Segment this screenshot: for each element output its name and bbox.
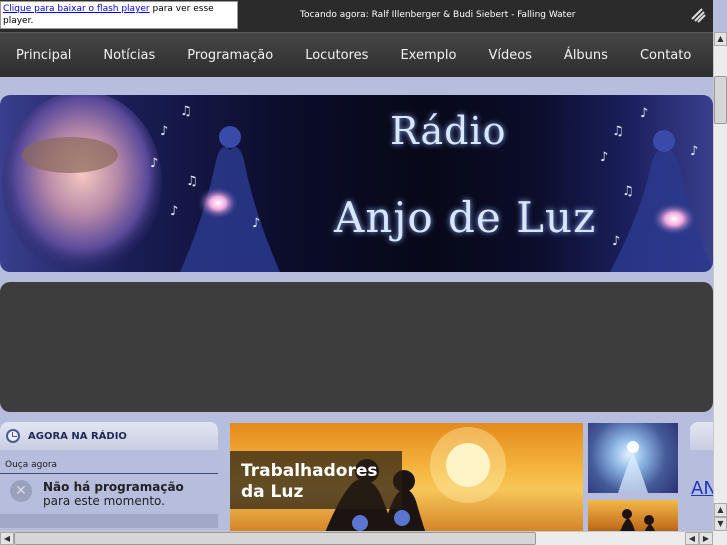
header-banner: ♪ ♫ ♪ ♫ ♪ ♪ ♫ ♪ ♪ ♫ ♪ ♪ Rádio Anjo de Luz	[0, 95, 713, 272]
svg-text:♪: ♪	[252, 216, 260, 231]
nav-item-albuns[interactable]: Álbuns	[564, 48, 608, 63]
svg-text:♪: ♪	[690, 144, 698, 159]
svg-text:♫: ♫	[612, 124, 624, 139]
scroll-left-icon[interactable]: ◀	[685, 532, 699, 545]
scroll-left-icon[interactable]: ◀	[0, 532, 14, 545]
widget-title: AGORA NA RÁDIO	[28, 430, 127, 442]
nav-item-noticias[interactable]: Notícias	[103, 48, 155, 63]
svg-text:♪: ♪	[640, 106, 648, 121]
banner-artwork: ♪ ♫ ♪ ♫ ♪ ♪ ♫ ♪ ♪ ♫ ♪ ♪	[2, 95, 713, 272]
widget-header: AGORA NA RÁDIO	[0, 422, 218, 450]
featured-post-title[interactable]: Trabalhadores da Luz	[230, 451, 402, 509]
svg-text:♪: ♪	[150, 156, 158, 171]
svg-text:♫: ♫	[186, 174, 198, 189]
content-placeholder-box	[0, 282, 713, 412]
nav-item-videos[interactable]: Vídeos	[488, 48, 531, 63]
flash-player-placeholder: Clique para baixar o flash player para v…	[0, 1, 238, 29]
close-icon: ✕	[10, 480, 32, 502]
right-widget-header	[690, 422, 713, 450]
player-bar: Clique para baixar o flash player para v…	[0, 0, 713, 32]
download-flash-link[interactable]: Clique para baixar o flash player	[3, 4, 150, 14]
vertical-scrollbar[interactable]: ▲ ▲ ▼	[713, 32, 727, 531]
horizontal-scroll-thumb[interactable]	[14, 532, 536, 545]
now-on-radio-widget: AGORA NA RÁDIO Ouça agora ✕ Não há progr…	[0, 422, 218, 545]
nav-item-contato[interactable]: Contato	[640, 48, 691, 63]
thumbnail-image[interactable]	[588, 423, 678, 493]
svg-text:♪: ♪	[600, 150, 608, 165]
scroll-down-icon[interactable]: ▼	[714, 517, 727, 531]
vertical-scroll-thumb[interactable]	[714, 76, 727, 124]
thumbnail-art	[618, 441, 648, 493]
now-playing-text: Tocando agora: Ralf Illenberger & Budi S…	[300, 10, 576, 20]
svg-text:♪: ♪	[160, 124, 168, 139]
clock-icon	[6, 429, 20, 443]
featured-title-line1: Trabalhadores	[241, 461, 378, 481]
scroll-up-icon[interactable]: ▲	[714, 32, 727, 46]
player-logo-icon[interactable]	[689, 6, 707, 24]
nav-item-locutores[interactable]: Locutores	[305, 48, 368, 63]
svg-text:♪: ♪	[170, 204, 178, 219]
nav-item-exemplo[interactable]: Exemplo	[400, 48, 456, 63]
no-program-title: Não há programação	[43, 480, 184, 494]
no-program-detail: para este momento.	[43, 494, 165, 508]
listen-now-label: Ouça agora	[0, 450, 218, 474]
widget-footer	[0, 514, 218, 528]
scrollbar-corner	[713, 531, 727, 545]
nav-item-principal[interactable]: Principal	[16, 48, 71, 63]
scroll-right-icon[interactable]: ▶	[699, 532, 713, 545]
scroll-up-icon[interactable]: ▲	[714, 503, 727, 517]
nav-item-programacao[interactable]: Programação	[187, 48, 273, 63]
horizontal-scrollbar[interactable]: ◀ ◀ ▶	[0, 531, 713, 545]
banner-title-radio: Rádio	[390, 109, 507, 153]
svg-text:♪: ♪	[612, 234, 620, 249]
no-program-message: ✕ Não há programação para este momento.	[0, 474, 218, 514]
main-nav: Principal Notícias Programação Locutores…	[0, 32, 713, 77]
featured-title-line2: da Luz	[241, 482, 304, 502]
svg-text:♫: ♫	[622, 184, 634, 199]
svg-text:♫: ♫	[180, 104, 192, 119]
banner-title-name: Anjo de Luz	[334, 193, 597, 242]
featured-post-image[interactable]: Trabalhadores da Luz	[230, 423, 583, 545]
